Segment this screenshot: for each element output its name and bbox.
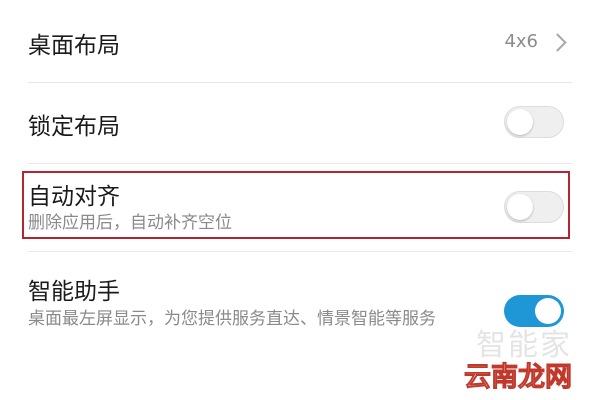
watermark-logo-text: 云南龙网 bbox=[464, 362, 573, 394]
desktop-layout-label: 桌面布局 bbox=[28, 33, 120, 59]
watermark: 智能家 云南龙网 bbox=[464, 328, 573, 394]
lock-layout-toggle[interactable] bbox=[504, 106, 564, 138]
desktop-layout-row[interactable]: 桌面布局 4x6 bbox=[0, 0, 600, 82]
chevron-right-icon bbox=[548, 33, 567, 52]
lock-layout-row: 锁定布局 bbox=[0, 83, 600, 163]
toggle-knob bbox=[507, 109, 533, 135]
lock-layout-label: 锁定布局 bbox=[28, 114, 120, 140]
smart-assistant-label: 智能助手 bbox=[28, 279, 120, 305]
smart-assistant-description: 桌面最左屏显示，为您提供服务直达、情景智能等服务 bbox=[28, 309, 436, 329]
launcher-settings-screen: 桌面布局 4x6 锁定布局 自动对齐 删除应用后，自动补齐空位 智能助手 桌面最… bbox=[0, 0, 600, 400]
highlight-box bbox=[22, 171, 570, 239]
desktop-layout-value: 4x6 bbox=[504, 31, 538, 52]
